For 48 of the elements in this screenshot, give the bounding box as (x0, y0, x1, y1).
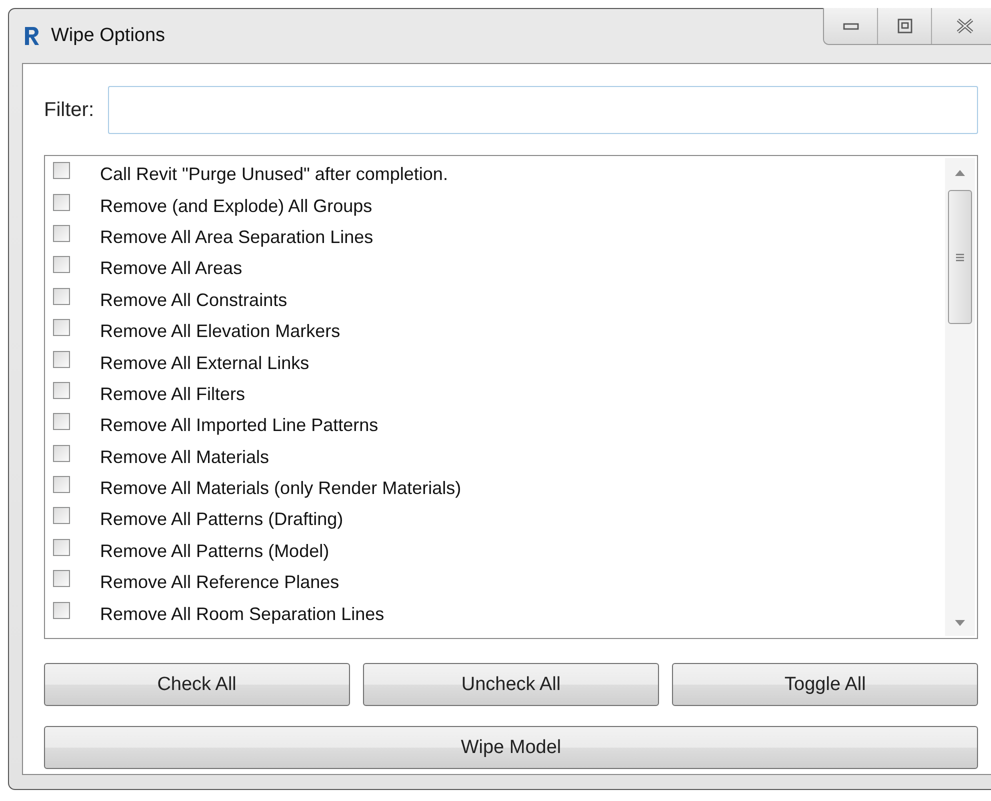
option-label[interactable]: Remove All Constraints (100, 290, 288, 311)
option-label[interactable]: Remove All Filters (100, 384, 246, 405)
option-label[interactable]: Remove All Patterns (Model) (100, 540, 330, 562)
option-label[interactable]: Remove All Materials (only Render Materials) (100, 478, 462, 500)
checkbox[interactable] (53, 256, 70, 274)
checkbox[interactable] (53, 350, 70, 368)
checkbox[interactable] (53, 538, 70, 556)
close-button[interactable] (932, 8, 991, 44)
checkbox[interactable] (53, 444, 70, 462)
option-label[interactable]: Remove All Elevation Markers (100, 321, 340, 342)
maximize-button[interactable] (878, 8, 932, 44)
close-icon (955, 18, 975, 34)
checkbox[interactable] (53, 288, 70, 305)
app-logo-icon (23, 26, 41, 46)
option-label[interactable]: Remove (and Explode) All Groups (100, 196, 372, 217)
checkbox[interactable] (53, 162, 70, 180)
checkbox[interactable] (53, 224, 70, 242)
option-label[interactable]: Remove All Room Separation Lines (100, 604, 384, 625)
wipe-model-button[interactable]: Wipe Model (44, 726, 978, 769)
minimize-icon (842, 21, 858, 31)
scroll-thumb[interactable] (948, 190, 972, 324)
window-title: Wipe Options (51, 25, 166, 47)
option-label[interactable]: Remove All Reference Planes (100, 572, 340, 594)
checkbox[interactable] (53, 319, 70, 336)
option-label[interactable]: Remove All Area Separation Lines (100, 226, 374, 248)
checkbox[interactable] (53, 194, 70, 211)
checkbox[interactable] (53, 413, 70, 430)
filter-field[interactable] (108, 86, 978, 134)
checkbox[interactable] (53, 476, 70, 494)
checkbox[interactable] (53, 570, 70, 588)
checkbox[interactable] (53, 602, 70, 619)
option-label[interactable]: Remove All External Links (100, 352, 310, 374)
checkbox[interactable] (53, 507, 70, 524)
scroll-down-icon[interactable] (955, 620, 965, 626)
option-label[interactable]: Remove All Patterns (Drafting) (100, 509, 344, 530)
option-label[interactable]: Remove All Areas (100, 258, 242, 280)
uncheck-all-button[interactable]: Uncheck All (362, 663, 660, 706)
maximize-icon (896, 18, 912, 34)
check-all-button[interactable]: Check All (44, 663, 350, 706)
scrollbar[interactable] (945, 158, 975, 636)
toggle-all-button[interactable]: Toggle All (672, 663, 978, 706)
minimize-button[interactable] (824, 8, 878, 44)
option-label[interactable]: Call Revit "Purge Unused" after completion. (100, 164, 448, 186)
option-label[interactable]: Remove All Imported Line Patterns (100, 415, 378, 436)
option-label[interactable]: Remove All Materials (100, 446, 270, 468)
filter-label: Filter: (44, 98, 94, 122)
checkbox[interactable] (53, 382, 70, 399)
scroll-up-icon[interactable] (955, 170, 965, 176)
